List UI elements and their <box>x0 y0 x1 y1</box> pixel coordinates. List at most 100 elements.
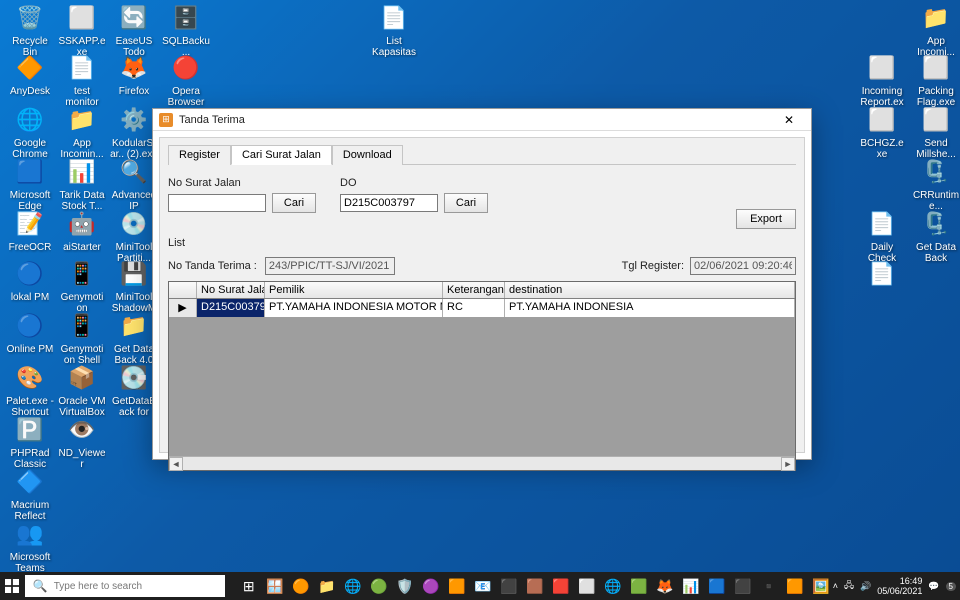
window-title: Tanda Terima <box>179 114 773 126</box>
scroll-left-icon[interactable]: ◄ <box>169 457 183 471</box>
desktop-icon[interactable]: ⬜Send Millshe... <box>912 104 960 160</box>
window-body: Register Cari Surat Jalan Download No Su… <box>159 137 805 453</box>
desktop-icon[interactable]: 🎨Palet.exe - Shortcut <box>6 362 54 418</box>
desktop-icon[interactable]: 📱Genymotion Shell <box>58 310 106 366</box>
tb-app-10[interactable]: ⬜ <box>575 572 599 600</box>
cell-nosurat[interactable]: D215C003797 <box>197 299 265 317</box>
tb-excel[interactable]: 🟩 <box>627 572 651 600</box>
col-nosurat[interactable]: No Surat Jalan <box>197 282 265 298</box>
desktop-icon[interactable]: 🌐Google Chrome <box>6 104 54 160</box>
desktop-icon[interactable]: 🔴Opera Browser <box>162 52 210 108</box>
tab-download[interactable]: Download <box>332 145 403 165</box>
tb-terminal[interactable]: ▪️ <box>757 572 781 600</box>
desktop-icon[interactable]: 👥Microsoft Teams <box>6 518 54 574</box>
file-icon: 🌐 <box>14 104 46 136</box>
tab-cari-surat-jalan[interactable]: Cari Surat Jalan <box>231 145 332 165</box>
desktop-icon[interactable]: ⬜Packing Flag.exe <box>912 52 960 108</box>
desktop-icon[interactable]: 📄Daily Check Server SS... <box>858 208 906 264</box>
task-view-icon[interactable]: ⊞ <box>237 572 261 600</box>
desktop-icon[interactable]: 📁Get Data Back 4.0 <box>110 310 158 366</box>
desktop-icon[interactable]: 📁App Incomin... <box>58 104 106 160</box>
tb-app-8[interactable]: 🟫 <box>523 572 547 600</box>
desktop-icon[interactable]: 🟦Microsoft Edge <box>6 156 54 212</box>
titlebar[interactable]: ⊞ Tanda Terima ✕ <box>153 109 811 131</box>
tb-app-11[interactable]: 📊 <box>679 572 703 600</box>
tab-register[interactable]: Register <box>168 145 231 165</box>
tb-outlook[interactable]: 📧 <box>471 572 495 600</box>
tray-network-icon[interactable]: 🖧 <box>844 578 854 594</box>
desktop-icon[interactable]: 📊Tarik Data Stock T... <box>58 156 106 212</box>
desktop-icon[interactable]: 🔄EaseUS Todo Backup Fr... <box>110 2 158 58</box>
col-destination[interactable]: destination <box>505 282 795 298</box>
tb-app-9[interactable]: 🟥 <box>549 572 573 600</box>
desktop-icon[interactable]: 🤖aiStarter <box>58 208 106 253</box>
tb-app-12[interactable]: 🟦 <box>705 572 729 600</box>
desktop-icon[interactable]: 🗄️SQLBacku... <box>162 2 210 58</box>
cari-nosurat-button[interactable]: Cari <box>272 193 316 213</box>
file-icon: 🔄 <box>118 2 150 34</box>
tb-app-15[interactable]: 🖼️ <box>809 572 833 600</box>
tb-edge[interactable]: 🌐 <box>341 572 365 600</box>
tb-chrome[interactable]: 🌐 <box>601 572 625 600</box>
cari-do-button[interactable]: Cari <box>444 193 488 213</box>
desktop-icon[interactable]: 📝FreeOCR <box>6 208 54 253</box>
col-pemilik[interactable]: Pemilik <box>265 282 443 298</box>
notification-icon[interactable]: 💬 <box>928 581 939 592</box>
tb-app-2[interactable]: 🟠 <box>289 572 313 600</box>
desktop-icon[interactable]: ⬜BCHGZ.exe <box>858 104 906 160</box>
grid-hscroll[interactable]: ◄ ► <box>169 456 795 470</box>
tb-app-7[interactable]: ⬛ <box>497 572 521 600</box>
cell-pemilik[interactable]: PT.YAMAHA INDONESIA MOTOR MANUFACTURING <box>265 299 443 317</box>
tb-firefox[interactable]: 🦊 <box>653 572 677 600</box>
desktop-icon[interactable]: 🗜️CRRuntime... <box>912 156 960 212</box>
tb-app-3[interactable]: 🟢 <box>367 572 391 600</box>
tb-app-1[interactable]: 🪟 <box>263 572 287 600</box>
taskbar-clock[interactable]: 16:49 05/06/2021 <box>877 576 922 596</box>
tb-app-6[interactable]: 🟧 <box>445 572 469 600</box>
table-row[interactable]: ▶ D215C003797 PT.YAMAHA INDONESIA MOTOR … <box>169 299 795 317</box>
desktop-icon[interactable]: ⬜Incoming Report.exe <box>858 52 906 108</box>
tb-app-5[interactable]: 🟣 <box>419 572 443 600</box>
input-do[interactable] <box>340 194 438 212</box>
desktop-icon[interactable]: 🗜️Get Data Back 4.0.rar <box>912 208 960 264</box>
tray-chevron-icon[interactable]: ˄ <box>833 581 838 591</box>
desktop-icon[interactable]: 📁App Incomi... <box>912 2 960 58</box>
desktop-icon[interactable]: 🔵lokal PM <box>6 258 54 303</box>
desktop-icon[interactable]: 💾MiniTool ShadowMa... <box>110 258 158 314</box>
grid-body[interactable]: ▶ D215C003797 PT.YAMAHA INDONESIA MOTOR … <box>169 299 795 456</box>
file-icon: 📄 <box>866 208 898 240</box>
start-button[interactable] <box>0 572 25 600</box>
tb-app-14[interactable]: 🟧 <box>783 572 807 600</box>
tb-app-4[interactable]: 🛡️ <box>393 572 417 600</box>
tb-folder[interactable]: 📁 <box>315 572 339 600</box>
cell-destination[interactable]: PT.YAMAHA INDONESIA <box>505 299 795 317</box>
export-button[interactable]: Export <box>736 209 796 229</box>
desktop-icon[interactable]: 📱Genymotion <box>58 258 106 314</box>
desktop-icon[interactable]: 🔵Online PM <box>6 310 54 355</box>
desktop-icon[interactable]: 🅿️PHPRad Classic <box>6 414 54 470</box>
data-grid[interactable]: No Surat Jalan Pemilik Keterangan destin… <box>168 281 796 471</box>
desktop-icon[interactable]: 💽GetDataBack for NTFS... <box>110 362 158 418</box>
desktop-icon[interactable]: 🔷Macrium Reflect <box>6 466 54 522</box>
desktop-icon[interactable]: 🔶AnyDesk <box>6 52 54 97</box>
desktop-icon[interactable]: 🗑️Recycle Bin <box>6 2 54 58</box>
desktop-icon[interactable]: 🦊Firefox <box>110 52 158 97</box>
tb-app-13[interactable]: ⬛ <box>731 572 755 600</box>
desktop-icon[interactable]: 💿MiniTool Partiti... <box>110 208 158 264</box>
desktop-icon[interactable]: 📄List Kapasitas HD Server 2... <box>370 2 418 58</box>
desktop-icon[interactable]: 📄test monitor 2.txt <box>58 52 106 108</box>
desktop-icon[interactable]: ⚙️KodularStar.. (2).exe - Sh... <box>110 104 158 160</box>
input-no-surat[interactable] <box>168 194 266 212</box>
desktop-icon[interactable]: ⬜SSKAPP.exe <box>58 2 106 58</box>
taskbar-search[interactable]: 🔍 Type here to search <box>25 575 225 597</box>
close-button[interactable]: ✕ <box>773 111 805 129</box>
tray-volume-icon[interactable]: 🔊 <box>860 581 871 592</box>
desktop-icon[interactable]: 📦Oracle VM VirtualBox <box>58 362 106 418</box>
scroll-right-icon[interactable]: ► <box>781 457 795 471</box>
system-tray[interactable]: ˄ 🖧 🔊 16:49 05/06/2021 💬 5 <box>833 576 960 596</box>
desktop-icon[interactable]: 👁️ND_Viewer <box>58 414 106 470</box>
col-keterangan[interactable]: Keterangan <box>443 282 505 298</box>
desktop-icon[interactable]: 🔍Advanced IP Scanner <box>110 156 158 212</box>
desktop-icon[interactable]: 📄 <box>858 258 906 292</box>
cell-keterangan[interactable]: RC <box>443 299 505 317</box>
